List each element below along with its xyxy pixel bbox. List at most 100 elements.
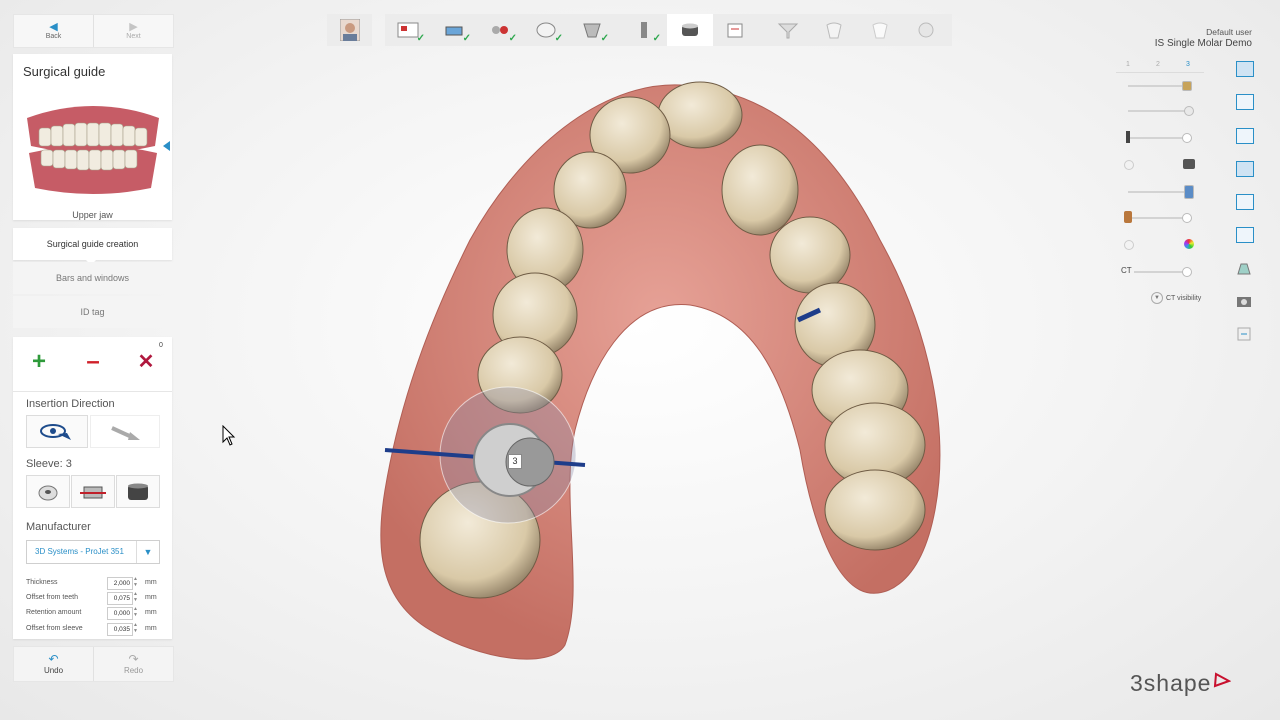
visibility-tab[interactable]: 2 (1156, 61, 1160, 68)
cloud-scan-icon[interactable] (1236, 260, 1252, 276)
undo-button[interactable]: ↶ Undo (14, 647, 93, 681)
slider-ct[interactable] (1134, 267, 1192, 277)
sleeve-option-tube[interactable] (116, 475, 160, 508)
measure-icon[interactable] (1237, 327, 1251, 341)
surgical-guide-panel: Surgical guide Upper jaw (13, 54, 172, 220)
step-tooth[interactable]: ✓ (523, 14, 569, 46)
slider-knob[interactable] (1182, 81, 1192, 91)
param-input[interactable]: 0,000 (107, 607, 133, 620)
remove-button[interactable]: – (77, 347, 109, 377)
slider-knob[interactable] (1182, 213, 1192, 223)
camera-icon[interactable] (1236, 294, 1252, 308)
brand-logo: 3shape (1130, 670, 1232, 697)
step-guide[interactable] (667, 14, 713, 46)
ct-visibility-toggle[interactable]: ▼ CT visibility (1151, 292, 1201, 304)
visibility-tab[interactable]: 3 (1186, 61, 1190, 68)
insertion-view-button[interactable] (26, 415, 88, 448)
delete-all-button[interactable]: ✕ (130, 347, 162, 377)
step-label: ID tag (80, 307, 105, 317)
check-icon: ✓ (416, 33, 425, 44)
sleeve-option-drill[interactable] (71, 475, 115, 508)
implant-icon (641, 22, 647, 38)
thumbnail-selected-indicator (163, 141, 170, 151)
insertion-reset-button[interactable] (90, 415, 160, 448)
step-align[interactable]: ✓ (477, 14, 523, 46)
step-surgical-guide-creation[interactable]: Surgical guide creation (13, 228, 172, 260)
tools-panel: + – ✕ 0 Insertion Direction Sleeve: 3 Ma… (13, 337, 172, 639)
guide-sleeve-icon (682, 23, 698, 36)
spinner-icon[interactable]: ▲ ▼ (133, 622, 138, 634)
sleeve-option-ring[interactable] (26, 475, 70, 508)
view-copy-icon[interactable] (1236, 128, 1254, 144)
redo-icon: ↷ (128, 652, 139, 666)
step-order-form[interactable]: ✓ (385, 14, 431, 46)
param-label: Thickness (26, 579, 58, 586)
jaw-3d-model[interactable] (360, 70, 960, 670)
param-label: Offset from sleeve (26, 625, 83, 632)
undo-label: Undo (43, 666, 64, 675)
sleeve-mini-icon (1183, 159, 1195, 169)
toggle-color[interactable] (1124, 240, 1134, 250)
step-crown[interactable] (811, 14, 857, 46)
slider-tooth[interactable] (1128, 106, 1194, 116)
view-copy-icon[interactable] (1236, 227, 1254, 243)
add-button[interactable]: + (23, 347, 55, 377)
slider-knob[interactable] (1182, 133, 1192, 143)
step-implant[interactable]: ✓ (621, 14, 667, 46)
view-copy-icon[interactable] (1236, 194, 1254, 210)
param-input[interactable]: 0,075 (107, 592, 133, 605)
step-scan[interactable]: ✓ (431, 14, 477, 46)
slider-guide[interactable] (1128, 185, 1194, 199)
manufacturer-select[interactable]: 3D Systems - ProJet 351 ▼ (26, 540, 160, 564)
step-funnel[interactable] (765, 14, 811, 46)
patient-button[interactable] (327, 14, 372, 46)
param-input[interactable]: 2,000 (107, 577, 133, 590)
slider-knob[interactable] (1182, 267, 1192, 277)
slider-model[interactable] (1124, 211, 1192, 223)
arrow-right-icon: ▶ (129, 21, 138, 33)
slider-crown[interactable] (1128, 81, 1192, 91)
slider-knob[interactable] (1184, 185, 1194, 199)
param-input[interactable]: 0,035 (107, 623, 133, 636)
spinner-icon[interactable]: ▲ ▼ (133, 576, 138, 588)
mouse-cursor-icon (222, 425, 236, 446)
manufacturer-value: 3D Systems - ProJet 351 (35, 547, 124, 556)
next-button[interactable]: ▶ Next (93, 15, 173, 47)
ct-visibility-label: CT visibility (1166, 294, 1202, 302)
step-bars-and-windows[interactable]: Bars and windows (13, 262, 172, 294)
jaw-thumbnail[interactable] (21, 98, 165, 196)
minus-icon: – (86, 348, 100, 375)
redo-button[interactable]: ↷ Redo (93, 647, 173, 681)
toggle-sleeve[interactable] (1124, 160, 1134, 170)
param-label: Retention amount (26, 609, 82, 616)
param-unit: mm (145, 579, 157, 586)
eye-arrow-icon (40, 423, 71, 440)
step-id-tag[interactable]: ID tag (13, 296, 172, 328)
step-ct[interactable]: ✓ (569, 14, 615, 46)
project-name: IS Single Molar Demo (1154, 38, 1252, 49)
spinner-icon[interactable]: ▲ ▼ (133, 591, 138, 603)
visibility-tab[interactable]: 1 (1126, 61, 1130, 68)
back-label: Back (45, 33, 62, 40)
sleeve-drill-icon (80, 486, 106, 498)
view-copy-icon[interactable] (1236, 161, 1254, 177)
patient-avatar-icon (339, 19, 360, 41)
spinner-icon[interactable]: ▲ ▼ (133, 606, 138, 618)
param-label: Offset from teeth (26, 594, 79, 601)
model-mini-icon (1124, 211, 1132, 223)
workflow-toolbar: ✓ ✓ ✓ ✓ ✓ ✓ (385, 14, 952, 46)
slider-knob[interactable] (1184, 106, 1194, 116)
manufacturer-label: Manufacturer (26, 521, 91, 533)
back-button[interactable]: ◀ Back (14, 15, 93, 47)
sleeve-marker[interactable]: 3 (508, 454, 522, 469)
step-disc[interactable] (903, 14, 949, 46)
check-icon: ✓ (600, 33, 609, 44)
step-crown-alt[interactable] (857, 14, 903, 46)
slider-implant[interactable] (1126, 131, 1192, 143)
view-copy-icon[interactable] (1236, 94, 1254, 110)
redo-label: Redo (123, 666, 144, 675)
color-wheel-icon (1184, 239, 1194, 249)
brand-triangle-icon (1214, 671, 1232, 687)
step-export[interactable] (713, 14, 759, 46)
view-copy-icon[interactable] (1236, 61, 1254, 77)
